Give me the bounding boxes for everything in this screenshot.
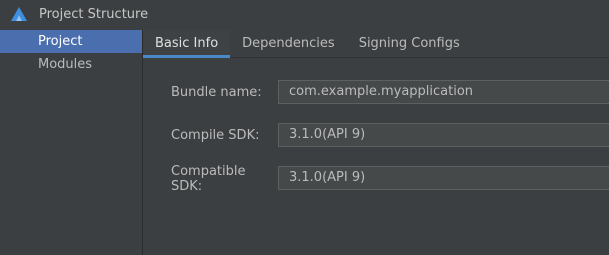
- compatible-sdk-field[interactable]: 3.1.0(API 9): [278, 166, 609, 190]
- compile-sdk-label: Compile SDK:: [171, 127, 260, 143]
- compatible-sdk-label: Compatible SDK:: [171, 164, 246, 194]
- title-bar: Project Structure: [0, 0, 609, 30]
- bundle-name-label: Bundle name:: [171, 84, 262, 100]
- tab-basic-info[interactable]: Basic Info: [143, 30, 231, 58]
- bundle-name-row: Bundle name:: [171, 79, 278, 105]
- sidebar: Project Modules: [0, 30, 143, 255]
- tab-signing-configs[interactable]: Signing Configs: [347, 30, 472, 57]
- sidebar-item-project[interactable]: Project: [0, 30, 142, 53]
- sidebar-item-modules[interactable]: Modules: [0, 53, 142, 76]
- bundle-name-field[interactable]: com.example.myapplication: [278, 80, 609, 104]
- window-title: Project Structure: [39, 7, 149, 22]
- compile-sdk-row: Compile SDK:: [171, 122, 278, 148]
- compile-sdk-field[interactable]: 3.1.0(API 9): [278, 123, 609, 147]
- tab-dependencies[interactable]: Dependencies: [230, 30, 347, 57]
- tab-bar: Basic Info Dependencies Signing Configs: [143, 30, 609, 58]
- compatible-sdk-row: Compatible SDK:: [171, 164, 278, 194]
- app-logo-icon: [10, 6, 28, 22]
- main-content: Basic Info Dependencies Signing Configs …: [143, 30, 609, 255]
